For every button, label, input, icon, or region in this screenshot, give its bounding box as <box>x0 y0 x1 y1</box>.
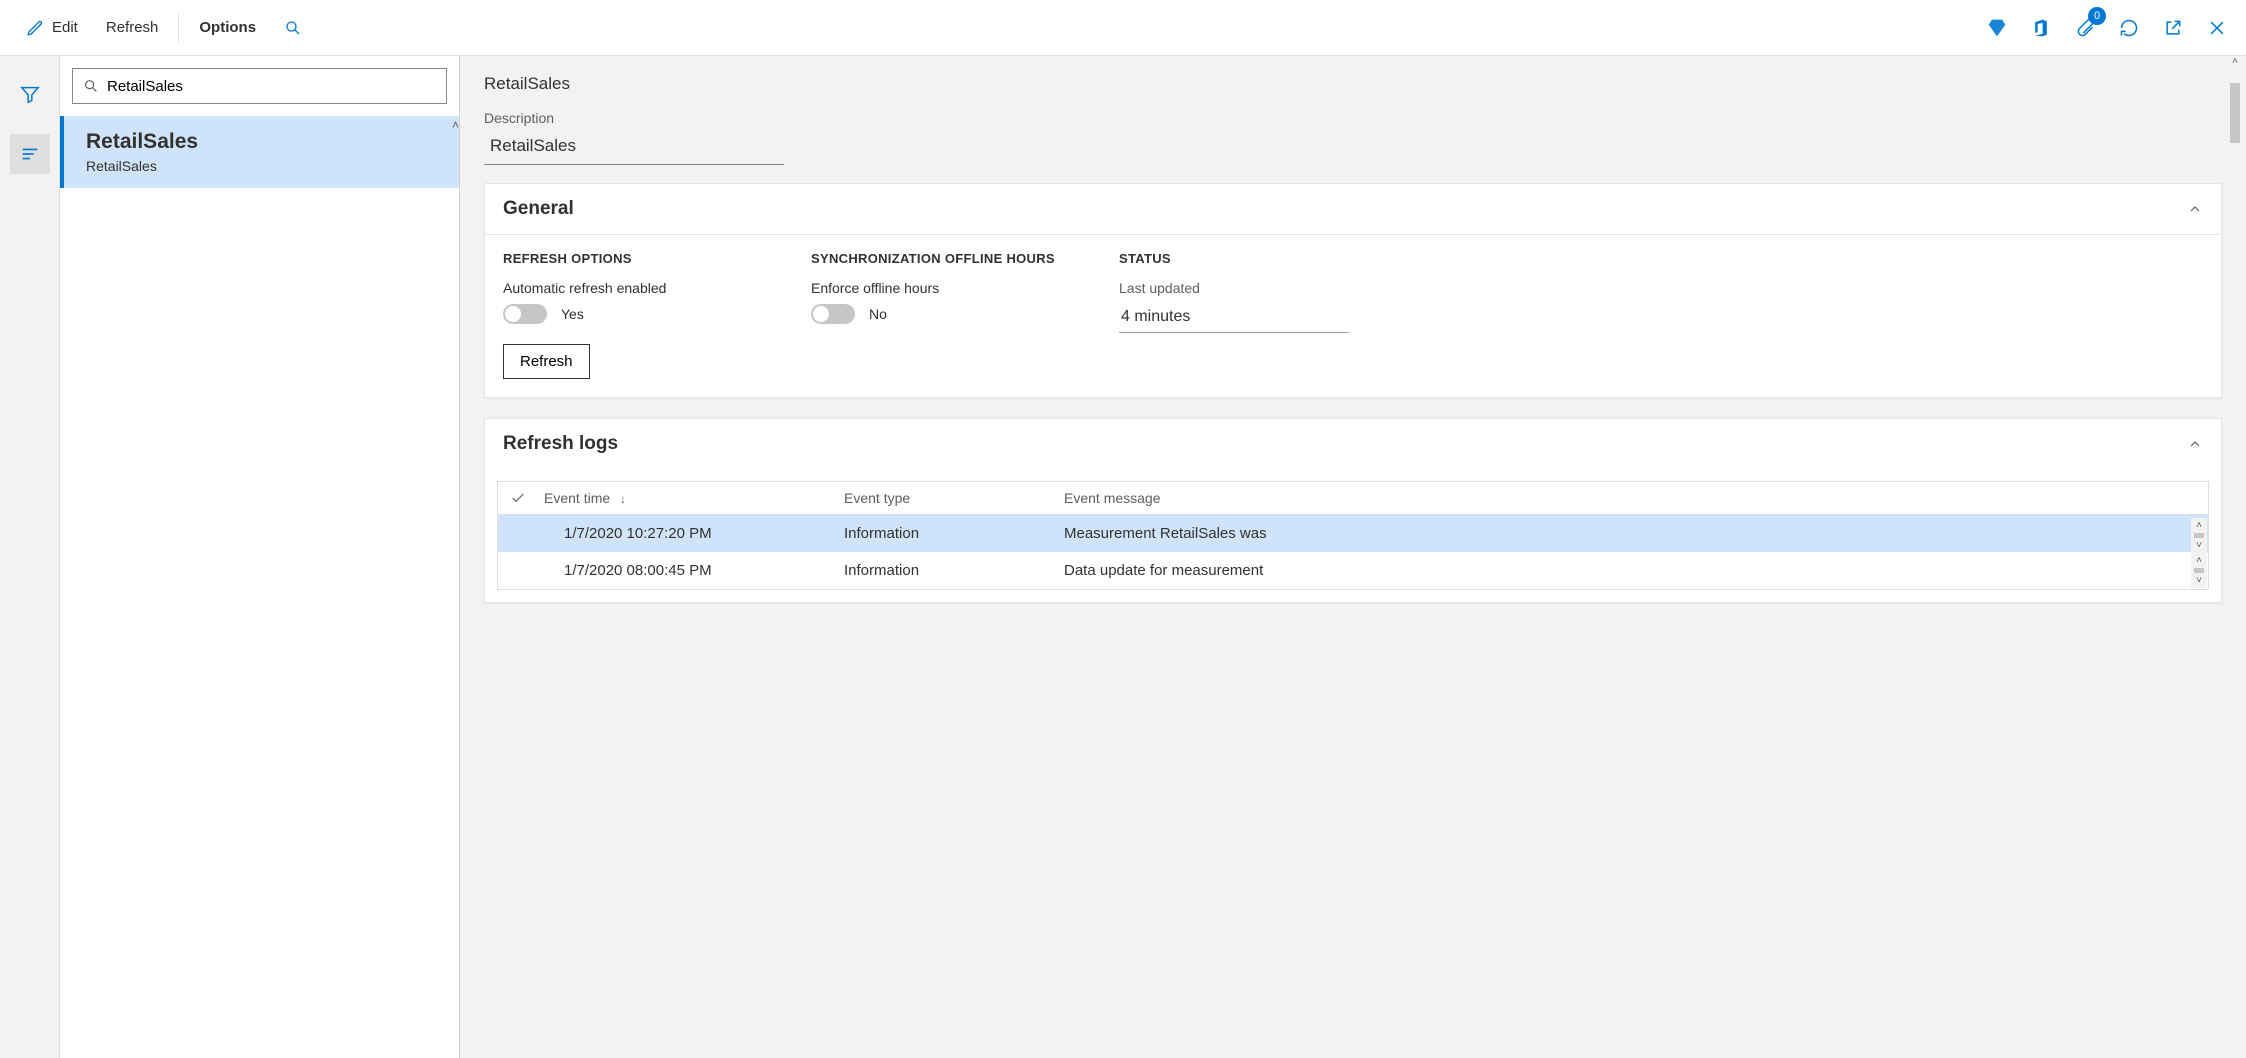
general-columns: REFRESH OPTIONS Automatic refresh enable… <box>503 251 2203 379</box>
auto-refresh-toggle-row: Yes <box>503 304 763 324</box>
chevron-up-icon <box>2187 436 2203 452</box>
search-box[interactable] <box>72 68 447 104</box>
toolbar-divider <box>178 14 179 42</box>
scroll-down-icon: ˅ <box>2196 573 2202 588</box>
attachment-badge: 0 <box>2088 7 2106 25</box>
description-value[interactable]: RetailSales <box>484 132 784 165</box>
close-icon-button[interactable] <box>2200 11 2234 45</box>
filter-rail-button[interactable] <box>10 74 50 114</box>
chevron-up-icon <box>2187 201 2203 217</box>
description-label: Description <box>484 110 2222 126</box>
refresh-label: Refresh <box>106 19 159 36</box>
search-input[interactable] <box>107 78 436 95</box>
funnel-icon <box>19 83 41 105</box>
scroll-down-icon: ˅ <box>2196 538 2202 553</box>
sync-column: SYNCHRONIZATION OFFLINE HOURS Enforce of… <box>811 251 1071 379</box>
list-panel: RetailSales RetailSales ˄ <box>60 56 460 1058</box>
general-card-header[interactable]: General <box>485 184 2221 234</box>
refresh-button[interactable]: Refresh <box>92 13 173 42</box>
toolbar-right: 0 <box>1980 11 2234 45</box>
col-event-time-label: Event time <box>544 490 610 506</box>
options-label: Options <box>199 19 256 36</box>
scroll-up-icon: ˄ <box>2196 553 2202 568</box>
search-icon <box>83 78 99 94</box>
edit-label: Edit <box>52 19 78 36</box>
left-rail <box>0 56 60 1058</box>
page-title: RetailSales <box>484 74 2222 94</box>
general-card: General REFRESH OPTIONS Automatic refres… <box>484 183 2222 398</box>
main-layout: RetailSales RetailSales ˄ RetailSales De… <box>0 56 2246 1058</box>
lines-icon <box>19 143 41 165</box>
col-event-type[interactable]: Event type <box>844 490 1064 506</box>
table-row[interactable]: 1/7/2020 10:27:20 PM Information Measure… <box>498 515 2208 552</box>
reload-icon-button[interactable] <box>2112 11 2146 45</box>
toolbar-search-button[interactable] <box>270 13 316 43</box>
diamond-icon-button[interactable] <box>1980 11 2014 45</box>
cell-type: Information <box>844 562 1064 579</box>
logs-card: Refresh logs Event time ↓ Even <box>484 418 2222 603</box>
logs-card-body: Event time ↓ Event type Event message 1/… <box>485 481 2221 590</box>
search-icon <box>284 19 302 37</box>
attachment-icon-button[interactable]: 0 <box>2068 11 2102 45</box>
refresh-now-button[interactable]: Refresh <box>503 344 590 379</box>
list-item[interactable]: RetailSales RetailSales <box>60 116 459 188</box>
list-rail-button[interactable] <box>10 134 50 174</box>
content-area: RetailSales Description RetailSales Gene… <box>460 56 2246 1058</box>
enforce-label: Enforce offline hours <box>811 280 1071 296</box>
sort-down-icon: ↓ <box>620 492 626 506</box>
edit-button[interactable]: Edit <box>12 13 92 43</box>
description-block: Description RetailSales <box>484 110 2222 165</box>
office-icon-button[interactable] <box>2024 11 2058 45</box>
logs-rows: 1/7/2020 10:27:20 PM Information Measure… <box>498 515 2208 589</box>
auto-refresh-value: Yes <box>561 306 584 322</box>
cell-time: 1/7/2020 08:00:45 PM <box>544 562 844 579</box>
logs-table-header: Event time ↓ Event type Event message <box>498 482 2208 515</box>
logs-card-header[interactable]: Refresh logs <box>485 419 2221 469</box>
list-body: RetailSales RetailSales ˄ <box>60 116 459 1058</box>
scroll-up-icon: ˄ <box>2196 518 2202 533</box>
col-event-message[interactable]: Event message <box>1064 490 2196 506</box>
search-wrap <box>60 56 459 116</box>
options-button[interactable]: Options <box>185 13 270 42</box>
last-updated-label: Last updated <box>1119 280 1379 296</box>
cell-type: Information <box>844 525 1064 542</box>
sync-heading: SYNCHRONIZATION OFFLINE HOURS <box>811 251 1071 266</box>
enforce-toggle-row: No <box>811 304 1071 324</box>
auto-refresh-label: Automatic refresh enabled <box>503 280 763 296</box>
cell-time: 1/7/2020 10:27:20 PM <box>544 525 844 542</box>
auto-refresh-toggle[interactable] <box>503 304 547 324</box>
enforce-value: No <box>869 306 887 322</box>
status-column: STATUS Last updated 4 minutes <box>1119 251 1379 379</box>
content-scrollbar[interactable]: ˄ <box>2227 56 2243 1058</box>
status-heading: STATUS <box>1119 251 1379 266</box>
col-event-time[interactable]: Event time ↓ <box>544 490 844 506</box>
toolbar-left: Edit Refresh Options <box>12 13 316 43</box>
popout-icon-button[interactable] <box>2156 11 2190 45</box>
enforce-toggle[interactable] <box>811 304 855 324</box>
logs-scrollbar[interactable]: ˄ ˅ ˄ ˅ <box>2191 518 2207 588</box>
cell-message: Data update for measurement <box>1064 562 2196 579</box>
list-scrollbar[interactable]: ˄ <box>443 116 459 1058</box>
list-item-title: RetailSales <box>86 130 437 154</box>
logs-title: Refresh logs <box>503 433 618 455</box>
general-card-body: REFRESH OPTIONS Automatic refresh enable… <box>485 234 2221 397</box>
app-toolbar: Edit Refresh Options 0 <box>0 0 2246 56</box>
scroll-up-icon: ˄ <box>2232 56 2238 67</box>
table-row[interactable]: 1/7/2020 08:00:45 PM Information Data up… <box>498 552 2208 589</box>
scroll-thumb[interactable] <box>2230 83 2240 143</box>
select-all-check[interactable] <box>510 490 544 506</box>
last-updated-value: 4 minutes <box>1119 304 1349 333</box>
chevron-up-icon: ˄ <box>452 118 459 132</box>
general-title: General <box>503 198 574 220</box>
pencil-icon <box>26 19 44 37</box>
refresh-options-column: REFRESH OPTIONS Automatic refresh enable… <box>503 251 763 379</box>
cell-message: Measurement RetailSales was <box>1064 525 2196 542</box>
logs-table: Event time ↓ Event type Event message 1/… <box>497 481 2209 590</box>
refresh-options-heading: REFRESH OPTIONS <box>503 251 763 266</box>
list-item-subtitle: RetailSales <box>86 158 437 174</box>
